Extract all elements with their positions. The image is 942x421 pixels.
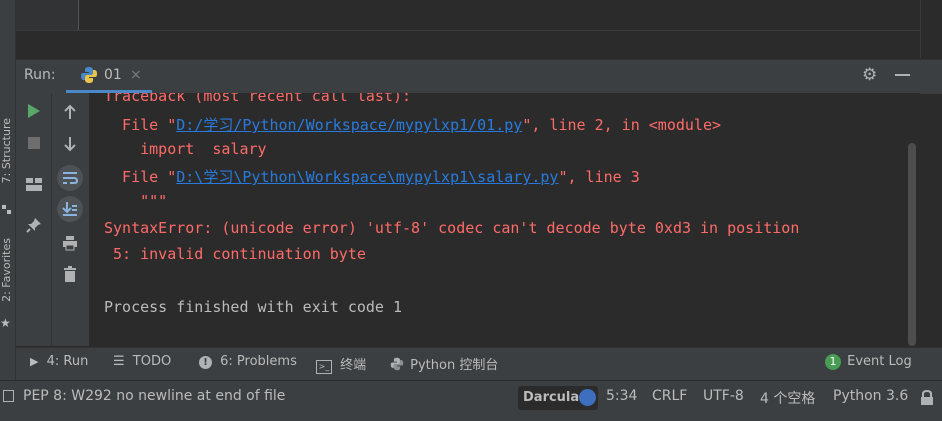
trash-icon[interactable]: [58, 262, 82, 286]
console-text: Traceback (most recent call last):: [104, 93, 412, 105]
console-line: Process finished with exit code 1: [104, 298, 402, 316]
info-icon: !: [199, 356, 212, 369]
favorites-tab[interactable]: 2: Favorites: [0, 238, 15, 302]
star-icon: ★: [0, 316, 11, 330]
editor-gutter: [16, 0, 79, 30]
run-toolbar-secondary: [52, 93, 90, 346]
file-encoding[interactable]: UTF-8: [703, 388, 744, 404]
scroll-to-end-icon[interactable]: [57, 196, 83, 222]
console-output[interactable]: Traceback (most recent call last): File …: [89, 93, 920, 346]
theme-label: Darcula: [523, 390, 580, 405]
file-link[interactable]: D:/学习/Python/Workspace/mypylxp1/01.py: [176, 116, 522, 134]
file-link[interactable]: D:\学习\Python\Workspace\mypylxp1\salary.p…: [176, 168, 558, 186]
stop-icon[interactable]: [22, 131, 46, 155]
tool-window-terminal[interactable]: >_ 终端: [316, 354, 366, 374]
console-text: ", line 3: [558, 168, 640, 186]
structure-icon: [2, 200, 12, 214]
console-text: 5: invalid continuation byte: [104, 245, 366, 263]
minimize-icon[interactable]: [895, 74, 910, 76]
console-line: """: [104, 192, 167, 210]
editor-breadcrumb-bar: [16, 30, 920, 59]
console-text: Process finished with exit code 1: [104, 298, 403, 316]
close-tab-icon[interactable]: ×: [130, 67, 142, 83]
arrow-down-icon[interactable]: [58, 132, 82, 156]
run-panel-header: [16, 59, 942, 94]
editor-scrollbar[interactable]: [920, 0, 942, 58]
console-text: File ": [104, 116, 177, 134]
print-icon[interactable]: [58, 231, 82, 255]
theme-switcher[interactable]: Darcula: [518, 386, 598, 410]
indent-setting[interactable]: 4 个空格: [760, 388, 815, 408]
console-line: Traceback (most recent call last):: [104, 93, 411, 105]
console-line: 5: invalid continuation byte: [104, 245, 366, 263]
event-count-badge: 1: [825, 354, 841, 370]
lock-icon[interactable]: [920, 389, 936, 406]
run-panel-title: Run:: [24, 67, 56, 83]
console-text: SyntaxError: (unicode error) 'utf-8' cod…: [104, 219, 800, 237]
arrow-up-icon[interactable]: [58, 100, 82, 124]
tab-label: 01: [104, 67, 122, 83]
console-line: SyntaxError: (unicode error) 'utf-8' cod…: [104, 219, 799, 237]
theme-circle-icon: [579, 389, 596, 406]
tool-window-python-console[interactable]: Python 控制台: [390, 354, 498, 373]
line-separator[interactable]: CRLF: [652, 388, 687, 404]
tool-window-todo[interactable]: ☰ TODO: [113, 354, 171, 369]
python-console-icon: [390, 357, 408, 373]
console-text: """: [104, 192, 168, 210]
console-line: File "D:\学习\Python\Workspace\mypylxp1\sa…: [104, 166, 640, 187]
terminal-icon: >_: [316, 360, 332, 374]
run-toolbar-primary: [16, 93, 52, 346]
python-icon: [80, 66, 98, 84]
python-interpreter[interactable]: Python 3.6: [833, 388, 908, 404]
console-line: File "D:/学习/Python/Workspace/mypylxp1/01…: [104, 114, 721, 135]
gear-icon[interactable]: ⚙: [862, 65, 877, 85]
console-text: import salary: [104, 140, 267, 158]
caret-position[interactable]: 5:34: [606, 388, 637, 404]
pin-icon[interactable]: [22, 213, 46, 237]
rerun-icon[interactable]: [22, 99, 46, 123]
play-icon: ▶: [30, 355, 39, 368]
tool-window-problems[interactable]: ! 6: Problems: [199, 354, 297, 369]
console-text: File ": [104, 168, 177, 186]
list-icon: ☰: [113, 354, 125, 369]
layout-icon[interactable]: [22, 173, 46, 197]
status-toggle-icon[interactable]: [3, 390, 14, 402]
tool-window-event-log[interactable]: 1 Event Log: [825, 354, 912, 370]
tool-window-run[interactable]: ▶ 4: Run: [30, 354, 88, 369]
console-scrollbar[interactable]: [908, 143, 916, 346]
console-line: import salary: [104, 140, 267, 158]
status-message[interactable]: PEP 8: W292 no newline at end of file: [23, 388, 285, 404]
structure-tab[interactable]: 7: Structure: [0, 118, 15, 183]
console-text: ", line 2, in <module>: [522, 116, 722, 134]
left-tool-strip: 7: Structure 2: Favorites ★: [0, 0, 16, 380]
soft-wrap-icon[interactable]: [57, 165, 83, 191]
